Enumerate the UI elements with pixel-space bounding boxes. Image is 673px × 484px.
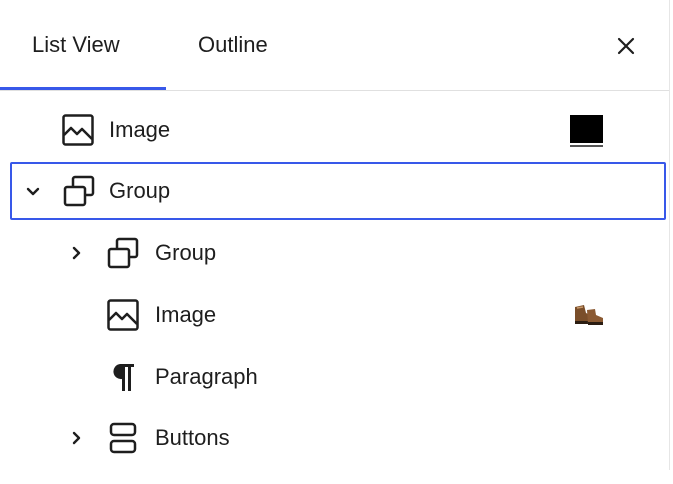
list-item-image[interactable]: Image xyxy=(10,286,666,344)
chevron-right-icon[interactable] xyxy=(68,245,84,261)
tab-list-view[interactable]: List View xyxy=(32,0,120,90)
list-item-group[interactable]: Group xyxy=(10,224,666,282)
tab-outline[interactable]: Outline xyxy=(198,0,268,90)
list-item-label: Image xyxy=(155,302,217,327)
buttons-icon xyxy=(105,420,141,456)
list-item-label: Image xyxy=(109,117,171,142)
chevron-down-icon[interactable] xyxy=(25,183,41,199)
boot-thumbnail xyxy=(572,301,606,334)
list-item-label: Group xyxy=(109,178,171,203)
list-view-panel: List View Outline Image Group Group Imag… xyxy=(0,0,670,470)
list-item-buttons[interactable]: Buttons xyxy=(10,409,666,467)
list-item-image[interactable]: Image xyxy=(10,101,666,159)
image-icon xyxy=(105,297,141,333)
close-icon xyxy=(617,37,635,55)
active-tab-indicator xyxy=(0,87,166,90)
group-icon xyxy=(105,235,141,271)
chevron-right-icon[interactable] xyxy=(68,430,84,446)
tab-bar: List View Outline xyxy=(0,0,669,91)
dark-square-thumbnail xyxy=(568,113,606,154)
list-item-paragraph[interactable]: Paragraph xyxy=(10,348,666,406)
close-button[interactable] xyxy=(608,28,644,64)
list-item-label: Group xyxy=(155,240,217,265)
list-item-label: Paragraph xyxy=(155,364,258,389)
group-icon xyxy=(61,173,97,209)
image-icon xyxy=(60,112,96,148)
paragraph-icon xyxy=(105,359,141,395)
list-item-group[interactable]: Group xyxy=(10,162,666,220)
list-item-label: Buttons xyxy=(155,425,230,450)
